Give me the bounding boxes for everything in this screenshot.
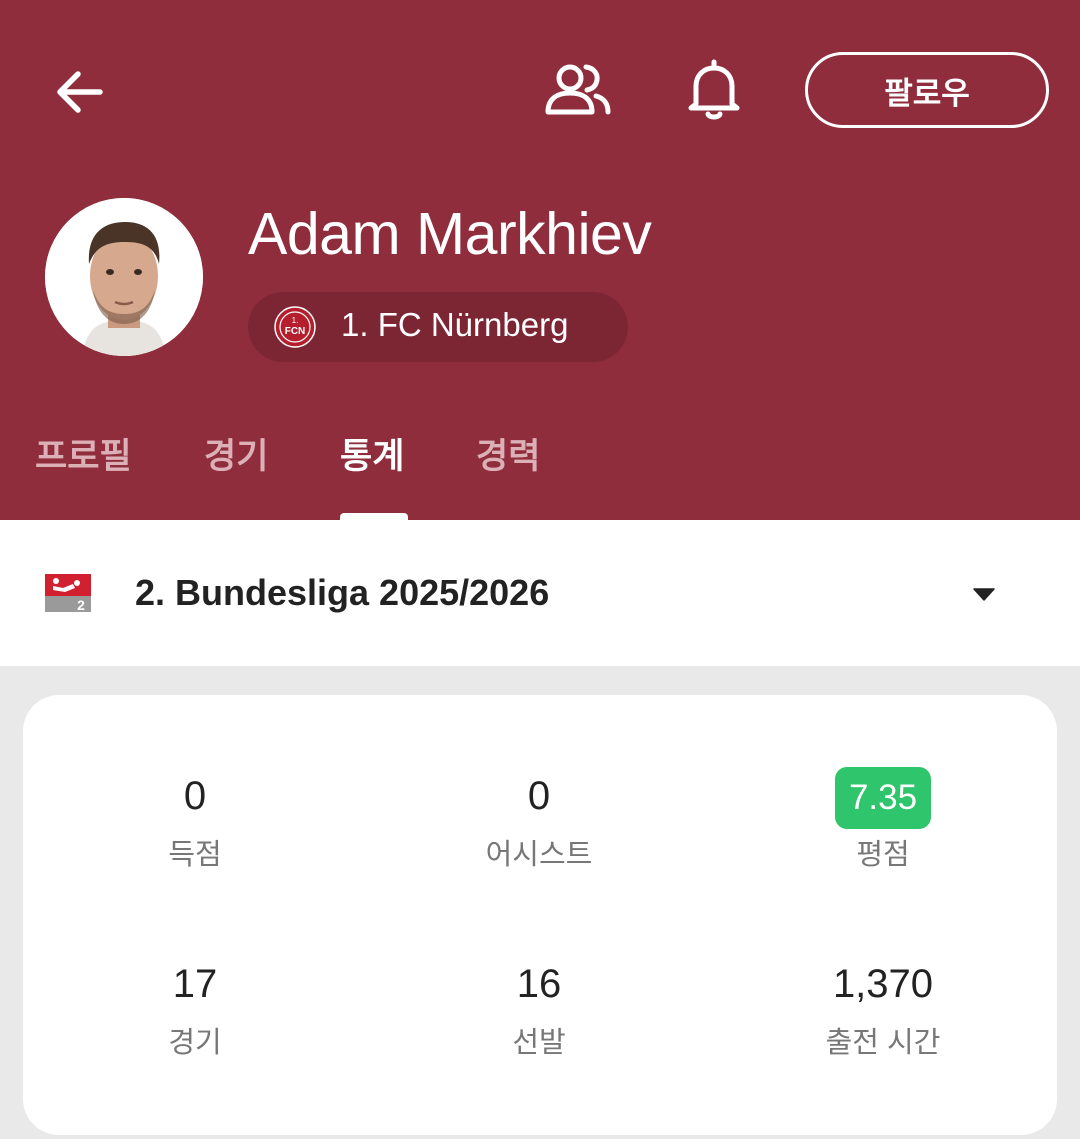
stat-starts: 16 선발	[389, 959, 689, 1061]
stat-appearances: 17 경기	[45, 959, 345, 1061]
league-name: 2. Bundesliga 2025/2026	[135, 572, 550, 613]
tab-matches[interactable]: 경기	[204, 428, 268, 479]
stat-minutes-played: 1,370 출전 시간	[733, 959, 1033, 1061]
team-logo-icon: 1. FCN	[274, 306, 316, 348]
tab-profile[interactable]: 프로필	[35, 428, 132, 479]
notification-button[interactable]	[684, 58, 744, 122]
player-header: 팔로우 Adam Markhiev 1. FCN 1. FC Nürnberg …	[0, 0, 1080, 521]
tab-career[interactable]: 경력	[476, 428, 540, 479]
team-name: 1. FC Nürnberg	[341, 306, 569, 343]
stat-label: 출전 시간	[825, 1027, 941, 1059]
svg-text:1.: 1.	[292, 316, 299, 325]
stat-value: 0	[183, 774, 207, 818]
people-button[interactable]	[542, 60, 614, 120]
player-name: Adam Markhiev	[248, 201, 652, 267]
back-button[interactable]	[50, 62, 110, 122]
bundesliga-2-logo-icon: 2	[45, 574, 91, 612]
stat-label: 득점	[168, 839, 222, 871]
bell-icon	[688, 59, 740, 120]
arrow-left-icon	[57, 71, 103, 113]
league-selector[interactable]: 2 2. Bundesliga 2025/2026	[0, 520, 1080, 666]
rating-badge: 7.35	[834, 767, 932, 829]
people-icon	[545, 64, 611, 115]
stat-label: 경기	[168, 1027, 222, 1059]
team-chip[interactable]: 1. FCN 1. FC Nürnberg	[248, 292, 628, 362]
stat-label: 어시스트	[485, 839, 593, 871]
stat-label: 평점	[856, 839, 910, 871]
stats-card: 0 득점 0 어시스트 7.35 평점 17 경기 16 선발 1,370 출전…	[23, 695, 1057, 1135]
player-avatar	[45, 198, 203, 356]
stat-assists: 0 어시스트	[389, 771, 689, 873]
stat-rating: 7.35 평점	[733, 767, 1033, 873]
follow-button[interactable]: 팔로우	[805, 52, 1049, 128]
stat-goals: 0 득점	[45, 771, 345, 873]
svg-text:2: 2	[77, 597, 85, 612]
tab-stats[interactable]: 통계	[340, 428, 404, 479]
stat-value: 16	[516, 962, 562, 1006]
stat-value: 0	[527, 774, 551, 818]
stat-value: 17	[172, 962, 218, 1006]
svg-text:FCN: FCN	[285, 326, 306, 337]
stat-label: 선발	[512, 1027, 566, 1059]
caret-down-icon	[973, 588, 995, 601]
stat-value: 1,370	[832, 962, 934, 1006]
